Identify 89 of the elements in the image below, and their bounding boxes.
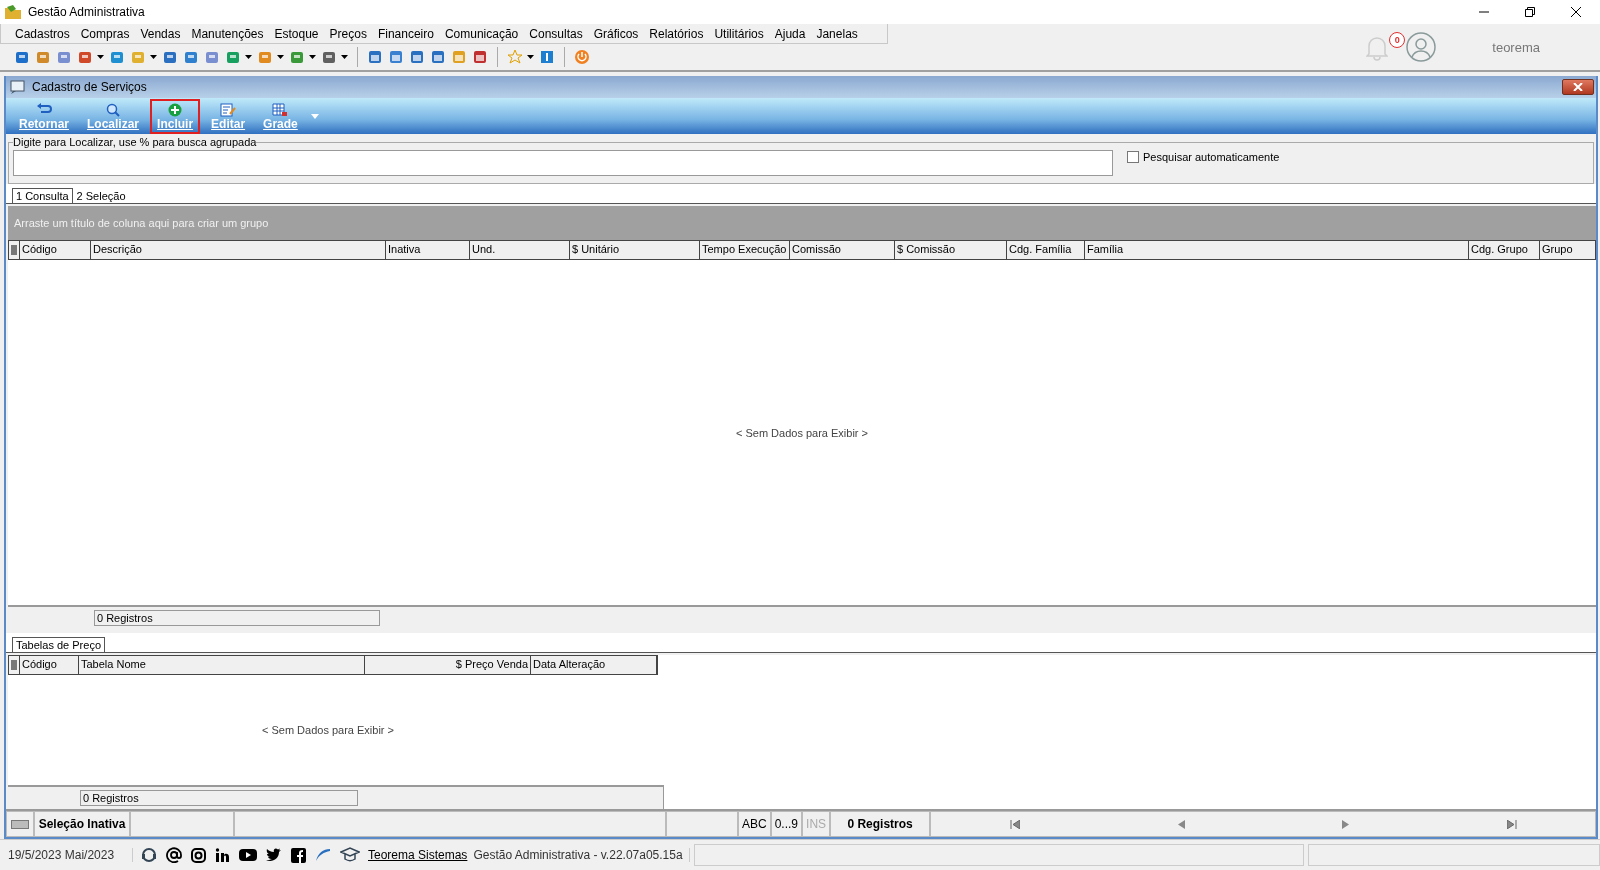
record-count: 0 Registros (80, 790, 358, 806)
menu-item[interactable]: Vendas (140, 26, 181, 41)
menu-item[interactable]: Consultas (529, 26, 583, 41)
column-header[interactable]: Descrição (91, 241, 386, 259)
date-label: 19/5/2023 Mai/2023 (0, 848, 133, 862)
power-icon[interactable] (574, 49, 590, 65)
keyboard-icon (11, 819, 29, 829)
version-label: Gestão Administrativa - v.22.07a05.15a (467, 848, 690, 862)
status-indicator: 0...9 (770, 811, 803, 837)
support-icon[interactable] (141, 847, 157, 863)
record-count: 0 Registros (830, 811, 931, 837)
menu-item[interactable]: Gráficos (593, 26, 639, 41)
menu-item[interactable]: Preços (329, 26, 367, 41)
website-link[interactable]: Teorema Sistemas (368, 848, 468, 862)
column-header[interactable]: Comissão (790, 241, 895, 259)
user-avatar-icon[interactable] (1406, 32, 1437, 62)
checkbox[interactable] (1127, 151, 1139, 163)
instagram-icon[interactable] (191, 847, 206, 863)
next-record-icon[interactable] (1341, 819, 1350, 829)
youtube-icon[interactable] (239, 848, 257, 862)
linkedin-icon[interactable] (215, 847, 230, 863)
column-header[interactable]: Código (20, 656, 79, 674)
column-header[interactable]: Cdg. Família (1007, 241, 1085, 259)
caret-icon[interactable] (97, 55, 104, 59)
info-icon[interactable] (539, 49, 555, 65)
column-header[interactable]: Cdg. Grupo (1469, 241, 1540, 259)
star-icon[interactable] (507, 49, 523, 65)
previous-record-icon[interactable] (1176, 819, 1185, 829)
group-panel: Arraste um título de coluna aqui para criar um grupo (8, 206, 1596, 240)
tab[interactable]: 1 Consulta (12, 188, 73, 203)
tab[interactable]: Tabelas de Preço (12, 637, 105, 652)
column-header[interactable]: Inativa (386, 241, 470, 259)
facebook-icon[interactable] (291, 847, 306, 863)
column-header[interactable]: Und. (470, 241, 570, 259)
empty-message: < Sem Dados para Exibir > (735, 426, 869, 439)
column-chooser-icon[interactable] (9, 656, 20, 674)
menu-item[interactable]: Comunicação (444, 26, 519, 41)
window-icon (10, 80, 26, 94)
column-header[interactable]: Código (20, 241, 91, 259)
close-button[interactable] (1562, 79, 1594, 95)
column-header[interactable]: Data Alteração (531, 656, 657, 674)
graduation-cap-icon[interactable] (340, 847, 360, 863)
menu-item[interactable]: Relatórios (649, 26, 704, 41)
column-header[interactable]: $ Comissão (895, 241, 1007, 259)
close-icon (1573, 83, 1583, 91)
document-pencil-icon (220, 103, 237, 117)
close-icon[interactable] (1570, 6, 1582, 18)
column-header[interactable]: Família (1085, 241, 1469, 259)
child-window-title: Cadastro de Serviços (32, 80, 147, 94)
column-header[interactable]: Grupo (1540, 241, 1595, 259)
restore-icon[interactable] (1524, 6, 1536, 18)
twitter-icon[interactable] (266, 848, 282, 862)
window-title: Gestão Administrativa (28, 5, 145, 19)
status-indicator: INS (802, 811, 831, 837)
column-header[interactable]: $ Preço Venda (365, 656, 531, 674)
notification-badge: 0 (1389, 32, 1406, 48)
menu-item[interactable]: Janelas (816, 26, 858, 41)
menu-item[interactable]: Utilitários (714, 26, 764, 41)
column-chooser-icon[interactable] (9, 241, 20, 259)
column-header[interactable]: Tabela Nome (79, 656, 365, 674)
search-label: Digite para Localizar, use % para busca agrupada (13, 136, 257, 148)
search-field[interactable] (13, 150, 1113, 176)
column-header[interactable]: $ Unitário (570, 241, 700, 259)
caret-icon[interactable] (527, 55, 534, 59)
caret-icon[interactable] (277, 55, 284, 59)
first-record-icon[interactable] (1009, 819, 1020, 829)
menu-item[interactable]: Estoque (274, 26, 319, 41)
empty-message: < Sem Dados para Exibir > (261, 724, 395, 736)
email-icon[interactable] (166, 847, 182, 863)
search-icon (105, 103, 122, 117)
checkbox-label: Pesquisar automaticamente (1143, 151, 1280, 163)
caret-icon[interactable] (309, 55, 316, 59)
menu-item[interactable]: Cadastros (15, 26, 70, 41)
menu-item[interactable]: Financeiro (377, 26, 434, 41)
grid-icon (272, 103, 289, 117)
selection-status: Seleção Inativa (34, 811, 130, 837)
user-name: teorema (1492, 39, 1540, 55)
caret-icon[interactable] (245, 55, 252, 59)
menu-item[interactable]: Compras (80, 26, 130, 41)
caret-icon[interactable] (150, 55, 157, 59)
last-record-icon[interactable] (1506, 819, 1517, 829)
menu-item[interactable]: Ajuda (774, 26, 806, 41)
status-indicator: ABC (738, 811, 771, 837)
swoosh-icon[interactable] (315, 848, 331, 862)
plus-icon (167, 103, 184, 117)
caret-icon[interactable] (341, 55, 348, 59)
record-count: 0 Registros (94, 610, 380, 626)
menu-item[interactable]: Manutenções (191, 26, 264, 41)
column-header[interactable]: Tempo Execução (700, 241, 790, 259)
